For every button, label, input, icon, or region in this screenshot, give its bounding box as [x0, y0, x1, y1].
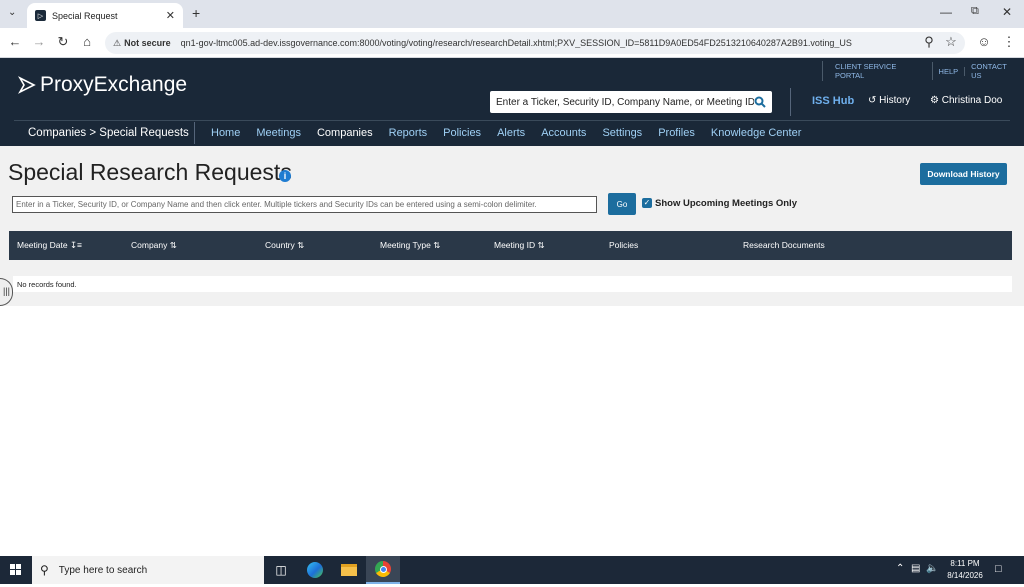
nav-reports[interactable]: Reports [389, 127, 428, 139]
header-search-input[interactable]: Enter a Ticker, Security ID, Company Nam… [490, 91, 772, 113]
taskbar-search-input[interactable]: ⚲ Type here to search [32, 556, 264, 584]
tab-close-icon[interactable]: ✕ [166, 9, 175, 22]
zoom-icon[interactable]: ⚲ [920, 34, 938, 50]
search-icon: ⚲ [40, 563, 49, 577]
header-divider [790, 88, 791, 116]
info-icon[interactable]: i [279, 170, 291, 182]
breadcrumb: Companies > Special Requests [14, 122, 195, 144]
col-label: Company [131, 240, 168, 250]
address-bar-row: ← → ↻ ⌂ ⚠ Not secure qn1-gov-ltmc005.ad-… [0, 28, 1024, 58]
tab-favicon-icon: ▷ [35, 10, 46, 21]
col-meeting-type[interactable]: Meeting Type ⇅ [380, 240, 440, 251]
tab-title: Special Request [52, 10, 118, 21]
go-button[interactable]: Go [608, 193, 636, 215]
nav-meetings[interactable]: Meetings [256, 127, 301, 139]
upcoming-meetings-label: Show Upcoming Meetings Only [655, 198, 797, 209]
logo-arrow-icon [18, 76, 36, 94]
taskbar: ⚲ Type here to search ◫ ⌃ ▤ 🔈 8:11 PM 8/… [0, 556, 1024, 584]
clock-date: 8/14/2026 [947, 571, 983, 580]
taskbar-search-placeholder: Type here to search [58, 564, 148, 576]
back-icon[interactable]: ← [6, 34, 24, 49]
col-research-documents: Research Documents [743, 240, 825, 250]
logo-text: ProxyExchange [40, 73, 188, 96]
notification-icon[interactable]: □ [995, 563, 1002, 575]
page-title: Special Research Requests [8, 159, 292, 185]
col-meeting-id[interactable]: Meeting ID ⇅ [494, 240, 545, 251]
main-nav: Companies > Special Requests Home Meetin… [14, 120, 1010, 145]
user-name: Christina Doo [941, 95, 1003, 106]
col-policies: Policies [609, 240, 638, 250]
gear-icon: ⚙ [930, 95, 939, 106]
col-label: Meeting Date [17, 240, 68, 250]
sort-icon: ⇅ [297, 240, 305, 250]
download-history-button[interactable]: Download History [920, 163, 1007, 185]
sort-icon: ⇅ [537, 240, 545, 250]
url-field[interactable]: ⚠ Not secure qn1-gov-ltmc005.ad-dev.issg… [105, 32, 965, 54]
warning-icon: ⚠ [113, 37, 122, 48]
home-icon[interactable]: ⌂ [78, 34, 96, 49]
help-link[interactable]: HELP [933, 66, 966, 76]
contact-us-link[interactable]: CONTACT US [965, 62, 1024, 80]
bookmark-star-icon[interactable]: ☆ [942, 34, 960, 50]
browser-tab[interactable]: ▷ Special Request ✕ [27, 3, 183, 28]
table-header: Meeting Date ↧≡ Company ⇅ Country ⇅ Meet… [9, 231, 1012, 260]
windows-start-icon[interactable] [0, 556, 32, 584]
tray-chevron-icon[interactable]: ⌃ [896, 563, 904, 574]
top-links: CLIENT SERVICE PORTAL HELP CONTACT US [822, 61, 1024, 81]
tab-list-chevron-icon[interactable]: ⌄ [8, 7, 16, 18]
network-icon[interactable]: ▤ [911, 563, 920, 574]
iss-hub-link[interactable]: ISS Hub [812, 95, 854, 107]
forward-icon[interactable]: → [30, 34, 48, 49]
window-close-icon[interactable]: ✕ [1002, 5, 1012, 19]
file-explorer-icon[interactable] [332, 556, 366, 584]
empty-message: No records found. [13, 276, 1012, 292]
nav-knowledge-center[interactable]: Knowledge Center [711, 127, 802, 139]
col-meeting-date[interactable]: Meeting Date ↧≡ [17, 240, 82, 251]
nav-home[interactable]: Home [211, 127, 240, 139]
col-label: Research Documents [743, 240, 825, 250]
col-company[interactable]: Company ⇅ [131, 240, 177, 251]
clock-time: 8:11 PM [950, 559, 980, 568]
edge-icon[interactable] [298, 556, 332, 584]
sort-icon: ⇅ [169, 240, 177, 250]
new-tab-icon[interactable]: + [192, 5, 200, 21]
col-label: Country [265, 240, 295, 250]
sort-icon: ⇅ [433, 240, 441, 250]
security-label: Not secure [124, 38, 171, 48]
history-icon: ↺ [868, 95, 877, 106]
chrome-icon[interactable] [366, 556, 400, 584]
reload-icon[interactable]: ↻ [54, 34, 72, 50]
ticker-search-input[interactable]: Enter in a Ticker, Security ID, or Compa… [12, 196, 597, 213]
sort-desc-icon: ↧≡ [69, 240, 83, 250]
logo[interactable]: ProxyExchange [18, 73, 187, 97]
col-country[interactable]: Country ⇅ [265, 240, 304, 251]
history-button[interactable]: ↺ History [868, 95, 910, 106]
col-label: Meeting ID [494, 240, 536, 250]
system-clock[interactable]: 8:11 PM 8/14/2026 [940, 558, 990, 582]
history-label: History [879, 95, 911, 106]
col-label: Meeting Type [380, 240, 431, 250]
volume-icon[interactable]: 🔈 [926, 563, 938, 574]
header-search-placeholder: Enter a Ticker, Security ID, Company Nam… [496, 96, 754, 108]
client-service-portal-link[interactable]: CLIENT SERVICE PORTAL [829, 62, 933, 80]
profile-icon[interactable]: ☺ [975, 34, 993, 49]
upcoming-meetings-checkbox[interactable]: ✓ [642, 198, 652, 208]
col-label: Policies [609, 240, 639, 250]
url-text: qn1-gov-ltmc005.ad-dev.issgovernance.com… [180, 38, 852, 48]
nav-accounts[interactable]: Accounts [541, 127, 586, 139]
minimize-icon[interactable]: — [940, 5, 952, 19]
restore-icon[interactable]: ⧉ [971, 5, 979, 18]
menu-kebab-icon[interactable]: ⋮ [1000, 34, 1018, 50]
search-icon[interactable] [754, 96, 766, 108]
nav-policies[interactable]: Policies [443, 127, 481, 139]
nav-settings[interactable]: Settings [602, 127, 642, 139]
nav-alerts[interactable]: Alerts [497, 127, 525, 139]
browser-tab-strip: ⌄ ▷ Special Request ✕ + — ⧉ ✕ [0, 0, 1024, 28]
handle-grip-icon: ||| [3, 286, 11, 296]
nav-companies[interactable]: Companies [317, 127, 373, 139]
user-menu[interactable]: ⚙ Christina Doo [930, 95, 1002, 106]
nav-profiles[interactable]: Profiles [658, 127, 695, 139]
task-view-icon[interactable]: ◫ [264, 556, 298, 584]
